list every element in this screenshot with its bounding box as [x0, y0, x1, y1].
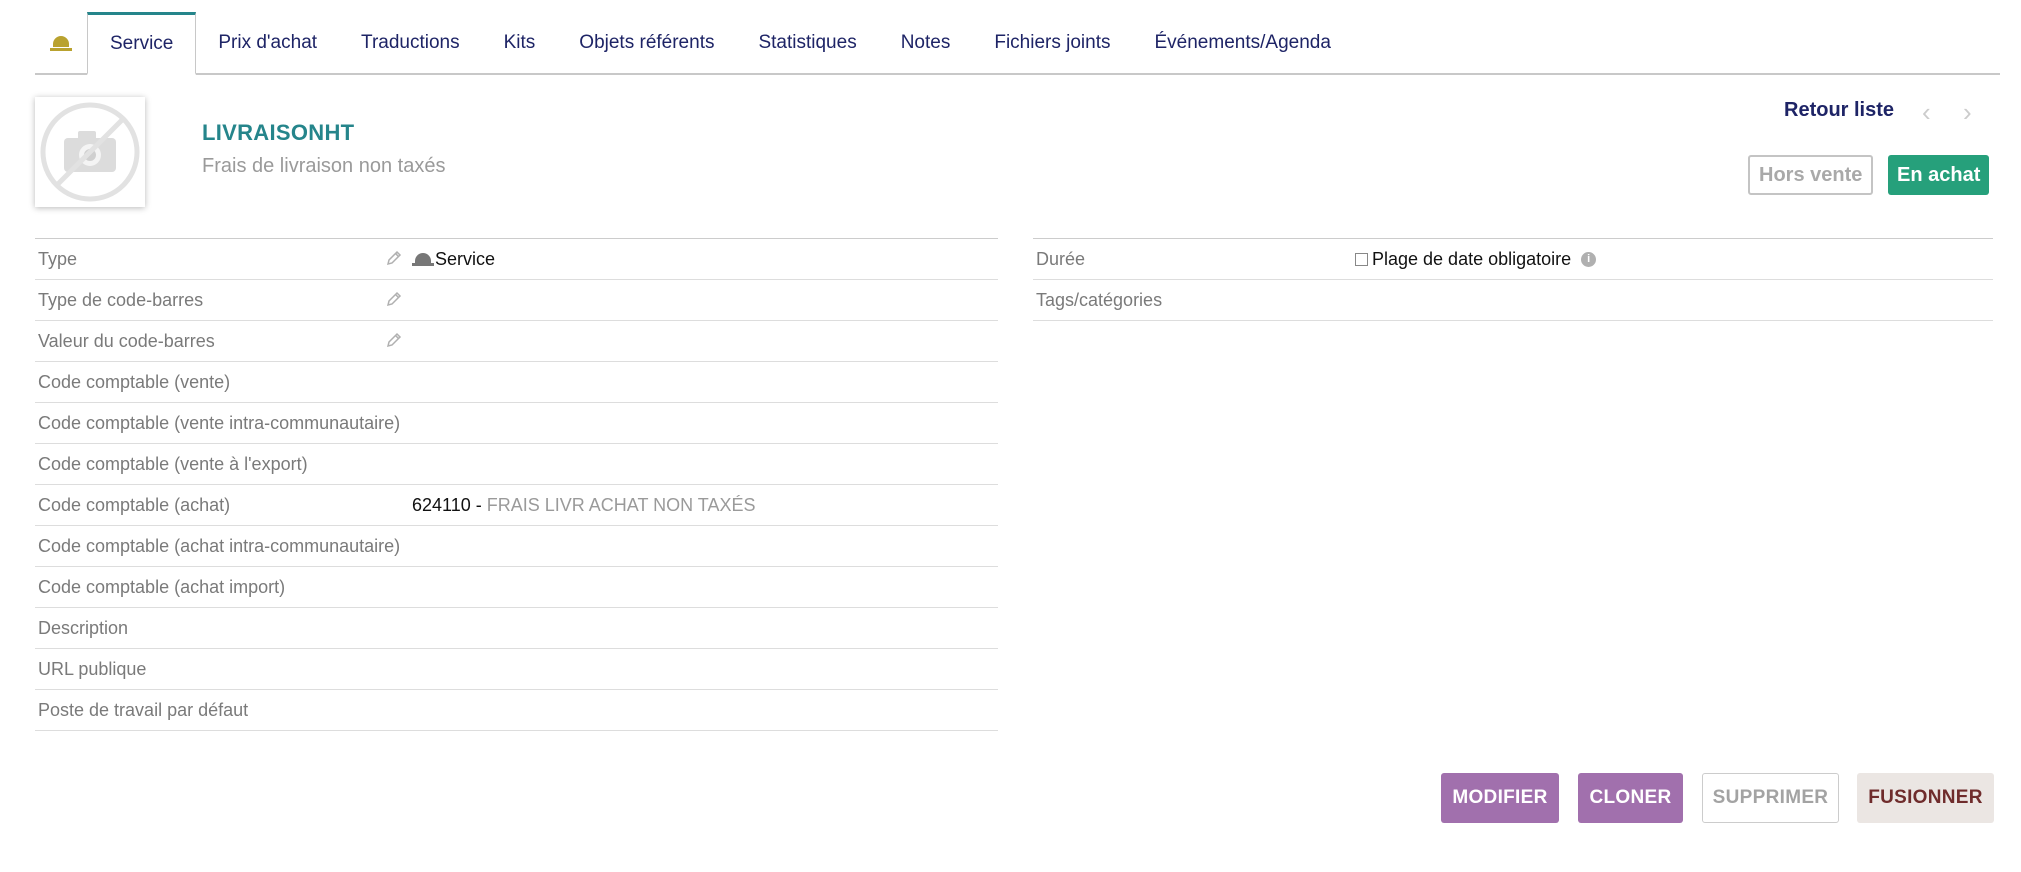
field-row-accounting-buy-import: Code comptable (achat import): [35, 567, 998, 608]
field-row-accounting-buy: Code comptable (achat) 624110 - FRAIS LI…: [35, 485, 998, 526]
field-row-description: Description: [35, 608, 998, 649]
info-icon[interactable]: i: [1581, 251, 1597, 267]
service-bell-icon: [50, 35, 72, 51]
no-photo-icon: [40, 102, 140, 202]
tab-attached-files[interactable]: Fichiers joints: [972, 13, 1132, 73]
pencil-icon[interactable]: [385, 249, 403, 267]
field-label: Code comptable (vente intra-communautair…: [38, 412, 401, 433]
field-label: Description: [38, 617, 129, 638]
field-row-barcode-type: Type de code-barres: [35, 280, 998, 321]
field-row-accounting-sale-intra: Code comptable (vente intra-communautair…: [35, 403, 998, 444]
field-label: URL publique: [38, 658, 147, 679]
field-row-public-url: URL publique: [35, 649, 998, 690]
tab-home[interactable]: [35, 13, 87, 73]
product-fields-left: Type Service Type de code-barres Valeur …: [35, 238, 998, 731]
back-to-list-link[interactable]: Retour liste: [1784, 99, 1894, 122]
tab-kits[interactable]: Kits: [482, 13, 558, 73]
field-row-accounting-sale-export: Code comptable (vente à l'export): [35, 444, 998, 485]
field-value-text: Service: [435, 248, 496, 269]
account-description: FRAIS LIVR ACHAT NON TAXÉS: [486, 494, 756, 515]
field-label: Tags/catégories: [1036, 289, 1163, 310]
field-row-default-workstation: Poste de travail par défaut: [35, 690, 998, 731]
account-separator: -: [470, 494, 487, 515]
merge-button[interactable]: FUSIONNER: [1857, 773, 1994, 823]
field-value: Service: [412, 249, 495, 270]
field-row-duration: Durée Plage de date obligatoire i: [1033, 239, 1993, 280]
pencil-icon[interactable]: [385, 290, 403, 308]
tab-referents[interactable]: Objets référents: [557, 13, 736, 73]
chevron-left-icon[interactable]: ‹: [1922, 97, 1931, 128]
chevron-right-icon[interactable]: ›: [1963, 97, 1972, 128]
product-ref: LIVRAISONHT: [202, 120, 355, 145]
checkbox-label: Plage de date obligatoire: [1372, 248, 1572, 269]
field-label: Type: [38, 248, 78, 269]
service-bell-icon: [412, 252, 434, 266]
tab-service[interactable]: Service: [87, 12, 197, 75]
tab-purchase-price[interactable]: Prix d'achat: [196, 13, 339, 73]
account-code: 624110: [412, 494, 471, 515]
tab-events-agenda[interactable]: Événements/Agenda: [1133, 13, 1353, 73]
status-buy-badge[interactable]: En achat: [1888, 155, 1990, 195]
field-label: Valeur du code-barres: [38, 330, 215, 351]
field-value: 624110 - FRAIS LIVR ACHAT NON TAXÉS: [412, 495, 755, 516]
tab-statistics[interactable]: Statistiques: [736, 13, 878, 73]
field-label: Code comptable (achat intra-communautair…: [38, 535, 401, 556]
status-sell-badge[interactable]: Hors vente: [1748, 155, 1874, 195]
product-fields-right: Durée Plage de date obligatoire i Tags/c…: [1033, 238, 1993, 321]
pencil-icon[interactable]: [385, 331, 403, 349]
tab-translations[interactable]: Traductions: [339, 13, 482, 73]
product-photo[interactable]: [35, 97, 145, 207]
field-label: Type de code-barres: [38, 289, 204, 310]
delete-button[interactable]: SUPPRIMER: [1702, 773, 1839, 823]
field-label: Code comptable (achat import): [38, 576, 286, 597]
field-row-type: Type Service: [35, 239, 998, 280]
field-row-barcode-value: Valeur du code-barres: [35, 321, 998, 362]
field-label: Code comptable (vente à l'export): [38, 453, 308, 474]
mandatory-date-range-checkbox[interactable]: [1355, 252, 1368, 266]
modify-button[interactable]: MODIFIER: [1441, 773, 1559, 823]
clone-button[interactable]: CLONER: [1578, 773, 1683, 823]
field-label: Code comptable (achat): [38, 494, 231, 515]
field-row-accounting-buy-intra: Code comptable (achat intra-communautair…: [35, 526, 998, 567]
field-value: Plage de date obligatoire i: [1355, 248, 1597, 270]
tab-notes[interactable]: Notes: [879, 13, 973, 73]
field-row-tags: Tags/catégories: [1033, 280, 1993, 321]
field-row-accounting-sale: Code comptable (vente): [35, 362, 998, 403]
product-label: Frais de livraison non taxés: [202, 155, 446, 177]
field-label: Poste de travail par défaut: [38, 699, 249, 720]
field-label: Code comptable (vente): [38, 371, 231, 392]
field-label: Durée: [1036, 248, 1086, 269]
tab-bar: Service Prix d'achat Traductions Kits Ob…: [35, 12, 2000, 75]
